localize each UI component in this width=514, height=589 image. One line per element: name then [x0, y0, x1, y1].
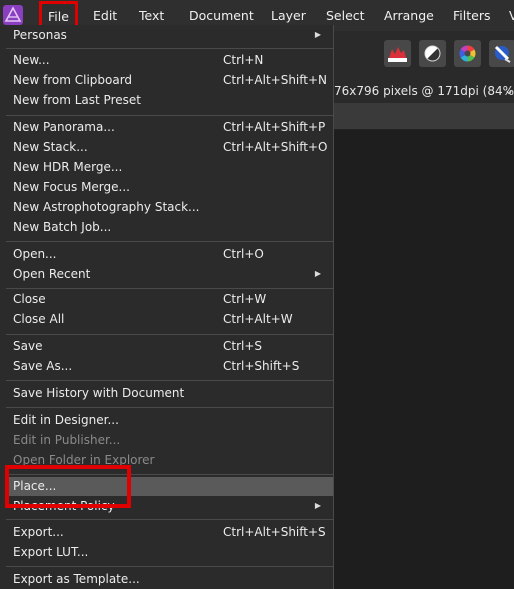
brush-button[interactable]	[489, 40, 514, 67]
menu-item-label: New Batch Job...	[13, 220, 112, 234]
menu-item-label: Close	[13, 292, 46, 306]
histogram-icon	[388, 47, 407, 62]
menu-view[interactable]: V	[509, 0, 514, 31]
menu-item-shortcut: Ctrl+O	[223, 247, 264, 261]
menu-item-export-as-template[interactable]: Export as Template...	[6, 569, 333, 589]
menu-item-new-batch-job[interactable]: New Batch Job...	[6, 217, 333, 237]
menu-item-label: New HDR Merge...	[13, 160, 123, 174]
menu-item-shortcut: Ctrl+Alt+W	[223, 312, 293, 326]
menu-item-close-all[interactable]: Close All Ctrl+Alt+W	[6, 309, 333, 329]
menu-item-new-from-clipboard[interactable]: New from Clipboard Ctrl+Alt+Shift+N	[6, 70, 333, 90]
menu-item-open-recent[interactable]: Open Recent ▶	[6, 264, 333, 284]
menu-item-label: Export LUT...	[13, 545, 89, 559]
menu-item-label: Export as Template...	[13, 572, 140, 586]
menu-item-label: Edit in Publisher...	[13, 433, 121, 447]
chevron-down-icon[interactable]: ⌄	[504, 79, 514, 103]
menu-item-export[interactable]: Export... Ctrl+Alt+Shift+S	[6, 522, 333, 542]
menu-item-label: New Stack...	[13, 140, 88, 154]
menu-item-label: Save As...	[13, 359, 73, 373]
menu-item-label: Save History with Document	[13, 386, 185, 400]
menu-item-shortcut: Ctrl+N	[223, 53, 264, 67]
menu-item-save[interactable]: Save Ctrl+S	[6, 336, 333, 356]
menu-separator	[6, 241, 333, 242]
menu-item-save-as[interactable]: Save As... Ctrl+Shift+S	[6, 356, 333, 376]
menu-item-label: Save	[13, 339, 43, 353]
menu-item-label: Close All	[13, 312, 65, 326]
menu-separator	[6, 115, 333, 116]
affinity-photo-logo-icon[interactable]	[3, 5, 23, 25]
menu-item-new-from-last-preset[interactable]: New from Last Preset	[6, 90, 333, 110]
canvas-area[interactable]	[334, 130, 514, 589]
context-toolbar	[334, 31, 514, 79]
histogram-button[interactable]	[384, 40, 411, 67]
menu-item-label: Open...	[13, 247, 57, 261]
menu-item-save-history[interactable]: Save History with Document	[6, 383, 333, 403]
menu-item-new-astrophotography-stack[interactable]: New Astrophotography Stack...	[6, 197, 333, 217]
menu-item-label: Edit in Designer...	[13, 413, 119, 427]
menu-item-shortcut: Ctrl+Alt+Shift+N	[223, 73, 328, 87]
submenu-arrow-icon: ▶	[314, 501, 321, 510]
menu-arrange[interactable]: Arrange	[384, 0, 434, 31]
menu-item-new-stack[interactable]: New Stack... Ctrl+Alt+Shift+O	[6, 137, 333, 157]
menu-item-shortcut: Ctrl+W	[223, 292, 267, 306]
menu-separator	[6, 407, 333, 408]
menu-item-shortcut: Ctrl+S	[223, 339, 263, 353]
menu-item-label: New from Last Preset	[13, 93, 141, 107]
menu-item-shortcut: Ctrl+Alt+Shift+P	[223, 120, 326, 134]
document-info-bar: 76x796 pixels @ 171dpi (84%)	[334, 79, 514, 103]
submenu-arrow-icon: ▶	[314, 30, 321, 39]
menu-item-edit-in-publisher: Edit in Publisher...	[6, 430, 333, 450]
menu-item-label: New from Clipboard	[13, 73, 133, 87]
menu-item-edit-in-designer[interactable]: Edit in Designer...	[6, 410, 333, 430]
color-wheel-button[interactable]	[454, 40, 481, 67]
document-dimensions[interactable]: 76x796 pixels @ 171dpi (84%)	[334, 79, 514, 103]
brush-icon	[494, 45, 511, 63]
color-wheel-icon	[459, 45, 476, 62]
menu-item-new-panorama[interactable]: New Panorama... Ctrl+Alt+Shift+P	[6, 117, 333, 137]
menu-separator	[6, 48, 333, 49]
menu-separator	[6, 334, 333, 335]
menu-item-new-focus-merge[interactable]: New Focus Merge...	[6, 177, 333, 197]
menu-item-label: Open Recent	[13, 267, 91, 281]
annotation-highlight-box	[5, 465, 131, 508]
menu-item-personas[interactable]: Personas ▶	[6, 25, 333, 45]
menu-item-shortcut: Ctrl+Alt+Shift+S	[223, 525, 326, 539]
menu-item-label: New Focus Merge...	[13, 180, 130, 194]
tone-icon	[424, 45, 441, 62]
menu-item-label: New...	[13, 53, 50, 67]
menu-item-shortcut: Ctrl+Shift+S	[223, 359, 300, 373]
menu-filters[interactable]: Filters	[453, 0, 490, 31]
menu-separator	[6, 566, 333, 567]
menu-separator	[6, 519, 333, 520]
menu-item-export-lut[interactable]: Export LUT...	[6, 542, 333, 562]
menu-item-new-hdr-merge[interactable]: New HDR Merge...	[6, 157, 333, 177]
document-tab-bar	[334, 103, 514, 130]
menu-item-shortcut: Ctrl+Alt+Shift+O	[223, 140, 328, 154]
menu-item-close[interactable]: Close Ctrl+W	[6, 289, 333, 309]
tone-button[interactable]	[419, 40, 446, 67]
menu-item-label: Export...	[13, 525, 64, 539]
menu-item-label: New Astrophotography Stack...	[13, 200, 200, 214]
menu-item-label: New Panorama...	[13, 120, 115, 134]
menu-item-label: Personas	[13, 28, 67, 42]
menu-separator	[6, 380, 333, 381]
submenu-arrow-icon: ▶	[314, 269, 321, 278]
menu-item-new[interactable]: New... Ctrl+N	[6, 50, 333, 70]
menu-item-open[interactable]: Open... Ctrl+O	[6, 244, 333, 264]
